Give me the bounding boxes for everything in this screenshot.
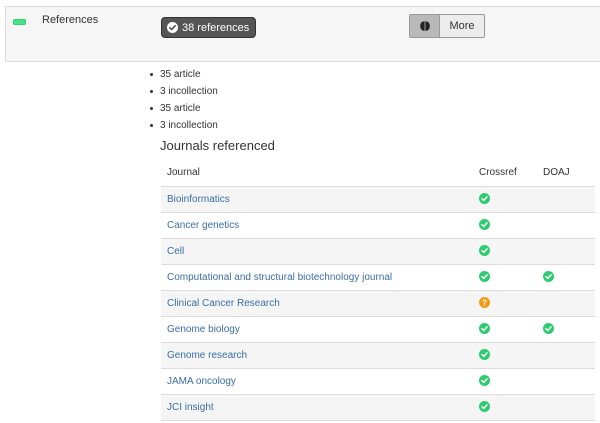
doaj-cell <box>543 316 595 343</box>
journal-link[interactable]: Genome biology <box>167 324 240 335</box>
journal-link[interactable]: Cancer genetics <box>167 220 239 231</box>
doaj-cell <box>543 264 595 291</box>
journal-cell: Cancer genetics <box>161 212 479 239</box>
doaj-column-header: DOAJ <box>543 160 595 187</box>
more-label: More <box>449 20 475 32</box>
more-button[interactable]: More <box>409 14 485 38</box>
list-item: 3 incollection <box>150 118 218 135</box>
table-row: Cancer genetics <box>161 212 595 239</box>
list-item: 3 incollection <box>150 84 218 101</box>
doaj-cell <box>543 238 595 265</box>
question-circle-icon: ? <box>479 297 490 309</box>
brain-icon <box>410 15 440 37</box>
crossref-cell <box>479 238 543 265</box>
journal-cell: JCI insight <box>161 394 479 421</box>
crossref-cell <box>479 368 543 395</box>
table-row: Cell <box>161 238 595 265</box>
crossref-cell <box>479 394 543 421</box>
journal-cell: Computational and structural biotechnolo… <box>161 264 479 291</box>
table-header-row: Journal Crossref DOAJ <box>161 160 595 187</box>
doaj-cell <box>543 290 595 317</box>
check-circle-icon <box>479 401 490 413</box>
references-header-row: References 38 references More <box>5 6 600 62</box>
journal-cell: Genome biology <box>161 316 479 343</box>
journal-column-header: Journal <box>161 160 479 187</box>
check-circle-icon <box>479 271 490 283</box>
journal-cell: Bioinformatics <box>161 186 479 213</box>
doaj-cell <box>543 212 595 239</box>
journal-cell: JAMA oncology <box>161 368 479 395</box>
journals-table: Journal Crossref DOAJ Bioinformatics Canc… <box>161 160 595 421</box>
badge-label: 38 references <box>182 21 250 34</box>
crossref-cell <box>479 186 543 213</box>
table-row: JAMA oncology <box>161 368 595 395</box>
journal-link[interactable]: Clinical Cancer Research <box>167 298 280 309</box>
check-circle-icon <box>479 375 490 387</box>
references-count-badge[interactable]: 38 references <box>161 17 257 38</box>
crossref-cell <box>479 264 543 291</box>
doaj-cell <box>543 368 595 395</box>
journal-link[interactable]: Cell <box>167 246 184 257</box>
table-row: Clinical Cancer Research? <box>161 290 595 317</box>
check-circle-icon <box>479 193 490 205</box>
check-circle-icon <box>543 271 554 283</box>
check-circle-icon <box>543 323 554 335</box>
check-circle-icon <box>479 349 490 361</box>
journal-link[interactable]: JAMA oncology <box>167 376 236 387</box>
check-circle-icon <box>479 219 490 231</box>
crossref-column-header: Crossref <box>479 160 543 187</box>
journal-link[interactable]: Genome research <box>167 350 247 361</box>
crossref-cell <box>479 212 543 239</box>
crossref-cell <box>479 342 543 369</box>
check-circle-icon <box>167 22 178 33</box>
list-item: 35 article <box>150 101 218 118</box>
journal-link[interactable]: JCI insight <box>167 402 214 413</box>
doaj-cell <box>543 394 595 421</box>
list-item: 35 article <box>150 67 218 84</box>
table-row: Genome biology <box>161 316 595 343</box>
crossref-cell: ? <box>479 290 543 317</box>
check-circle-icon <box>479 245 490 257</box>
journal-cell: Cell <box>161 238 479 265</box>
journal-link[interactable]: Bioinformatics <box>167 194 230 205</box>
doaj-cell <box>543 186 595 213</box>
crossref-cell <box>479 316 543 343</box>
reference-type-list: 35 article 3 incollection 35 article 3 i… <box>150 67 218 135</box>
table-row: JCI insight <box>161 394 595 421</box>
doaj-cell <box>543 342 595 369</box>
section-label: References <box>42 14 99 26</box>
battery-full-icon <box>13 19 26 25</box>
journal-link[interactable]: Computational and structural biotechnolo… <box>167 272 392 283</box>
check-circle-icon <box>479 323 490 335</box>
journal-cell: Clinical Cancer Research <box>161 290 479 317</box>
journal-cell: Genome research <box>161 342 479 369</box>
svg-text:?: ? <box>482 299 487 308</box>
table-row: Genome research <box>161 342 595 369</box>
journals-heading: Journals referenced <box>160 138 275 153</box>
table-row: Computational and structural biotechnolo… <box>161 264 595 291</box>
table-row: Bioinformatics <box>161 186 595 213</box>
